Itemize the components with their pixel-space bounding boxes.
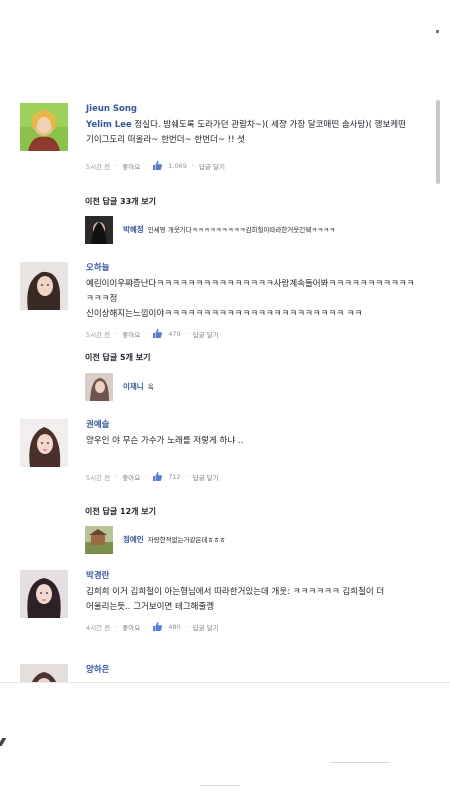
view-previous-replies-link[interactable]: 이전 답글 33개 보기 [85,196,156,207]
separator-dot: · [145,161,148,170]
comment-feed: Jieun Song Yelim Lee 정실다. 밤쉐도록 도라가던 관람차~… [0,0,450,682]
comment-body: 정실다. 밤쉐도록 도라가던 관람차~)( 세쟝 가장 달코매띤 솜사탕)( 행… [86,120,406,145]
reply-author-name[interactable]: 이재니 [123,382,144,391]
reply-preview[interactable]: 박혜정 인세영 개웃기다ㅋㅋㅋㅋㅋㅋㅋㅋㅋ김희철이따라한거웃긴뎈ㅋㅋㅋㅋ [85,216,415,248]
reply-link[interactable]: 답글 달기 [193,472,219,482]
reply-preview[interactable]: 이재니 옥 [85,373,415,405]
like-link[interactable]: 좋아요 [122,161,140,171]
reply-link[interactable]: 답글 달기 [193,622,219,632]
comment-body: 김희희 이거 김희철이 아는형님에서 따라한거있는데 개웃: ㅋㅋㅋㅋㅋㅋ 김희… [86,587,385,612]
reply-author: 정예인 자랑한적없는거같은데ㅎㅎㅎ [123,534,225,545]
reply-text: 자랑한적없는거같은데ㅎㅎㅎ [147,536,226,544]
thumbs-up-icon [152,160,163,171]
avatar[interactable] [20,262,68,310]
separator-dot: · [115,622,118,631]
reply-text: 인세영 개웃기다ㅋㅋㅋㅋㅋㅋㅋㅋㅋ김희철이따라한거웃긴뎈ㅋㅋㅋㅋ [147,226,336,234]
separator-dot: · [191,161,194,170]
reply-author-name[interactable]: 박혜정 [123,225,144,234]
comment-author[interactable]: 양하은 [86,664,416,676]
like-count: 1,069 [168,161,187,170]
comment-time: 5시간 전 [86,330,111,339]
comment-actions: 5시간 전 · 좋아요 · 712 · 답글 달기 [86,471,416,482]
view-previous-replies-link[interactable]: 이전 답글 5개 보기 [85,352,150,363]
corner-mark [0,738,7,746]
separator-dot: · [185,622,188,631]
comment-author[interactable]: 권예슬 [86,419,416,431]
comment-actions: 4시간 전 · 좋아요 · 480 · 답글 달기 [86,621,416,632]
reply-author-name[interactable]: 정예인 [123,535,144,544]
like-link[interactable]: 좋아요 [122,329,140,339]
separator-dot: · [145,329,148,338]
scrollbar-thumb[interactable] [436,100,440,184]
avatar[interactable] [85,373,113,401]
corner-mark [436,30,439,33]
comment-author[interactable]: Jieun Song [86,103,416,115]
view-previous-replies-link[interactable]: 이전 답글 12개 보기 [85,506,156,517]
separator-dot: · [145,472,148,481]
separator-dot: · [115,472,118,481]
mention-tag[interactable]: Yelim Lee [86,120,132,130]
comment-body: 예린이이우쨔증난다ㅋㅋㅋㅋㅋㅋㅋㅋㅋㅋㅋㅋㅋㅋㅋ사랑계속들어봐ㅋㅋㅋㅋㅋㅋㅋㅋㅋ… [86,279,415,319]
thumbs-up-icon [152,328,163,339]
thumbs-up-icon [152,621,163,632]
like-link[interactable]: 좋아요 [122,472,140,482]
separator-dot: · [115,329,118,338]
avatar[interactable] [20,103,68,151]
like-link[interactable]: 좋아요 [122,622,140,632]
avatar[interactable] [85,216,113,244]
like-count: 712 [168,472,181,481]
separator-dot: · [115,161,118,170]
separator-dot: · [185,329,188,338]
comment-text: Yelim Lee 정실다. 밤쉐도록 도라가던 관람차~)( 세쟝 가장 달코… [86,118,416,148]
avatar[interactable] [85,526,113,554]
comment-time: 5시간 전 [86,473,111,482]
reply-author: 박혜정 인세영 개웃기다ㅋㅋㅋㅋㅋㅋㅋㅋㅋ김희철이따라한거웃긴뎈ㅋㅋㅋㅋ [123,224,335,235]
comment-time: 4시간 전 [86,623,111,632]
reply-link[interactable]: 답글 달기 [199,161,225,171]
separator-dot: · [185,472,188,481]
avatar[interactable] [20,664,68,682]
reply-text: 옥 [147,383,154,391]
paper-scratch [200,785,240,786]
avatar[interactable] [20,419,68,467]
reply-link[interactable]: 답글 달기 [193,329,219,339]
like-count: 480 [168,622,181,631]
comment-author[interactable]: 오하늘 [86,262,416,274]
paper-scratch [330,762,390,763]
reply-preview[interactable]: 정예인 자랑한적없는거같은데ㅎㅎㅎ [85,526,415,558]
like-count: 479 [168,329,181,338]
comment-author[interactable]: 박경란 [86,570,416,582]
thumbs-up-icon [152,471,163,482]
comment-actions: 5시간 전 · 좋아요 · 479 · 답글 달기 [86,328,416,339]
feed-bottom-edge [0,682,450,683]
comment-time: 5시간 전 [86,162,111,171]
reply-author: 이재니 옥 [123,381,154,392]
comment-body: 양우인 야 무슨 가수가 노래를 저렇게 하냐 .. [86,436,244,446]
comment-actions: 5시간 전 · 좋아요 · 1,069 · 답글 달기 [86,160,416,171]
separator-dot: · [145,622,148,631]
avatar[interactable] [20,570,68,618]
